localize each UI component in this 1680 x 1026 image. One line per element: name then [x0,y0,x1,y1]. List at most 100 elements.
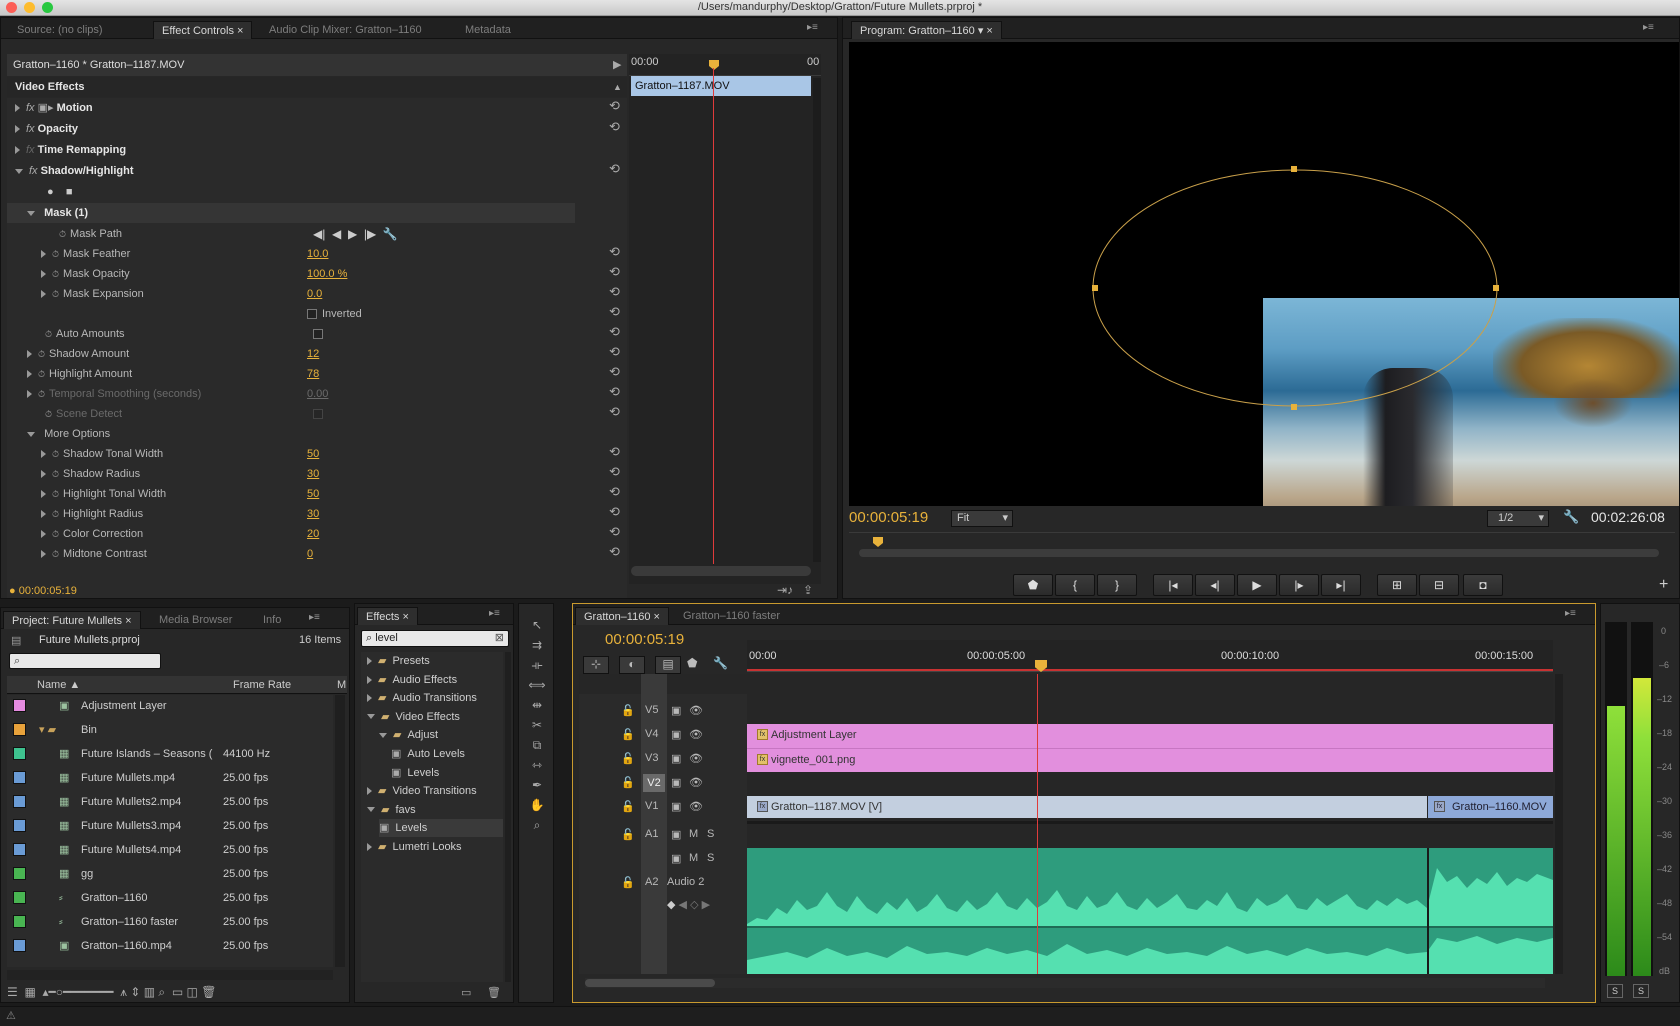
project-item[interactable]: ▦ Future Mullets.mp4 25.00 fps [7,767,333,789]
toggle-sync-icon[interactable]: ▣ [671,828,681,841]
step-back-button[interactable]: ◂| [1195,574,1235,596]
delete-icon[interactable]: 🗑 [487,986,501,999]
label-color-swatch[interactable] [13,867,26,880]
stopwatch-icon[interactable]: ⏱ [52,509,59,519]
expand-icon[interactable] [15,104,20,113]
track-label-v2[interactable]: V2 [643,774,665,792]
reset-icon[interactable]: ⟲ [609,304,620,320]
track-back-frame-icon[interactable]: ◀ [332,227,341,241]
label-color-swatch[interactable] [13,723,26,736]
shadow-amount-value[interactable]: 12 [307,344,319,364]
program-timecode[interactable]: 00:00:05:19 [849,509,928,526]
stopwatch-icon[interactable]: ⏱ [52,269,59,279]
label-color-swatch[interactable] [13,939,26,952]
expand-icon[interactable] [15,146,20,155]
effects-tree-item[interactable]: ▣ Levels [391,764,503,782]
highlight-radius-value[interactable]: 30 [307,504,319,524]
prev-keyframe-icon[interactable]: ◀ [679,899,687,911]
reset-icon[interactable]: ⟲ [609,344,620,360]
dropdown-icon[interactable]: ▾ [978,25,984,37]
tab-audio-clip-mixer[interactable]: Audio Clip Mixer: Gratton–1160 [261,21,430,39]
label-color-swatch[interactable] [13,843,26,856]
new-bin-icon[interactable]: ▭ [172,985,183,999]
stopwatch-icon[interactable]: ⏱ [52,249,59,259]
project-item[interactable]: ▦ Future Mullets2.mp4 25.00 fps [7,791,333,813]
slip-tool-icon[interactable]: ⧉ [527,738,547,756]
tab-effect-controls[interactable]: Effect Controls × [153,21,253,39]
program-viewer[interactable] [849,42,1679,506]
ellipse-mask-icon[interactable]: ● [47,186,54,198]
label-color-swatch[interactable] [13,771,26,784]
expand-icon[interactable] [367,657,372,666]
stopwatch-icon[interactable]: ⏱ [52,549,59,559]
inverted-checkbox[interactable] [307,309,317,320]
stopwatch-icon[interactable]: ⏱ [45,409,52,419]
auto-amounts-checkbox[interactable] [313,329,323,339]
timeline-settings-icon[interactable]: 🔧 [713,656,728,670]
lock-icon[interactable]: 🔓 [621,828,635,841]
reset-icon[interactable]: ⟲ [609,384,620,400]
toggle-sync-icon[interactable]: ▣ [671,752,681,765]
tab-source[interactable]: Source: (no clips) [9,21,111,39]
expand-icon[interactable] [41,530,46,539]
program-zoom-bar[interactable] [859,549,1659,557]
project-item[interactable]: ▦ Future Mullets3.mp4 25.00 fps [7,815,333,837]
project-item[interactable]: ▣ Adjustment Layer [7,695,333,717]
rate-stretch-tool-icon[interactable]: ⇹ [527,698,547,716]
bars-icon[interactable]: ▥ [144,985,155,999]
project-item[interactable]: ▦ gg 25.00 fps [7,863,333,885]
find-icon[interactable]: ⌕ [158,985,165,999]
add-button-icon[interactable]: + [1659,576,1668,594]
work-area-bar[interactable] [747,669,1553,671]
status-icon[interactable]: ⚠ [6,1009,16,1022]
mini-scrollbar[interactable] [813,78,821,562]
mask-group[interactable]: Mask (1) [27,203,88,223]
stopwatch-icon[interactable]: ⏱ [52,449,59,459]
label-color-swatch[interactable] [13,915,26,928]
lock-icon[interactable]: 🔓 [621,776,635,789]
lock-icon[interactable]: 🔓 [621,752,635,765]
mini-clip-bar[interactable]: Gratton–1187.MOV [631,76,811,96]
marker-icon[interactable]: ⬟ [687,656,697,670]
expand-icon[interactable] [367,787,372,796]
project-item[interactable]: ▦ Future Mullets4.mp4 25.00 fps [7,839,333,861]
stopwatch-icon[interactable]: ⏱ [52,489,59,499]
label-color-swatch[interactable] [13,891,26,904]
expand-icon[interactable] [41,250,46,259]
mute-button[interactable]: M [689,828,698,840]
automate-icon[interactable]: ⩚ [120,985,127,999]
collapse-icon[interactable] [367,714,375,720]
zoom-tool-icon[interactable]: ⌕ [527,818,547,836]
extract-button[interactable]: ⊟ [1419,574,1459,596]
mini-ruler[interactable]: 00:00 00 [629,54,821,76]
play-button[interactable]: ▶ [1237,574,1277,596]
label-color-swatch[interactable] [13,747,26,760]
project-item[interactable]: ▾ ▰ Bin [7,719,333,741]
mask-opacity-value[interactable]: 100.0 % [307,264,347,284]
track-label-v3[interactable]: V3 [645,752,658,764]
program-playhead-icon[interactable] [873,537,883,547]
shadow-radius-value[interactable]: 30 [307,464,319,484]
effects-tree-item[interactable]: ▰ Adjust [379,726,503,744]
expand-icon[interactable] [41,450,46,459]
project-h-scrollbar[interactable] [7,970,333,980]
expand-icon[interactable] [367,694,372,703]
label-color-swatch[interactable] [13,795,26,808]
reset-icon[interactable]: ⟲ [609,364,620,380]
more-options-row[interactable]: More Options [27,424,110,444]
reset-icon[interactable]: ⟲ [609,244,620,260]
effect-opacity[interactable]: fx Opacity [15,119,78,139]
collapse-icon[interactable]: ▲ [613,77,622,97]
toggle-sync-icon[interactable]: ▣ [671,728,681,741]
stopwatch-icon[interactable]: ⏱ [59,229,66,239]
rectangle-mask-icon[interactable]: ■ [66,186,73,198]
play-audio-icon[interactable]: ⇥♪ [777,583,793,597]
solo-right-button[interactable]: S [1633,984,1649,998]
add-marker-button[interactable]: ⬟ [1013,574,1053,596]
mark-in-button[interactable]: { [1055,574,1095,596]
mask-expansion-value[interactable]: 0.0 [307,284,322,304]
effects-search-input[interactable]: ⌕ level ⊠ [361,630,509,647]
audio-waveform[interactable] [747,848,1553,974]
new-item-icon[interactable]: ◫ [187,985,198,999]
tab-metadata[interactable]: Metadata [457,21,519,39]
